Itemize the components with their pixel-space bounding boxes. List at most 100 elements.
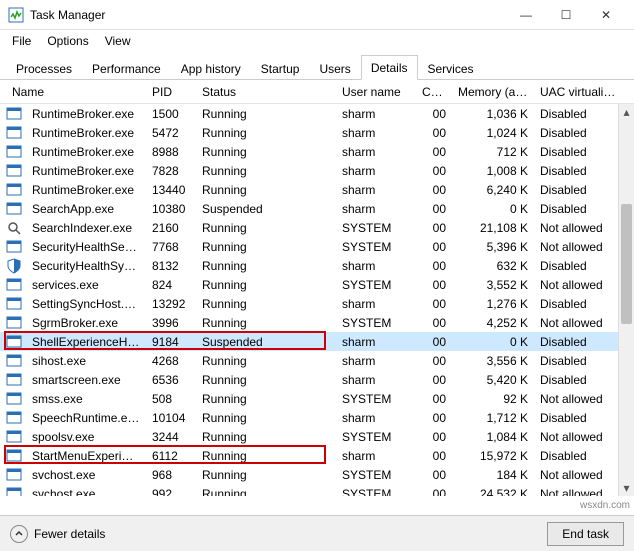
cell-mem: 4,252 K [452,316,534,330]
cell-pid: 13440 [146,183,196,197]
scroll-down-icon[interactable]: ▾ [619,480,634,496]
table-row[interactable]: services.exe824RunningSYSTEM003,552 KNot… [0,275,634,294]
table-row[interactable]: SecurityHealthServic...7768RunningSYSTEM… [0,237,634,256]
cell-cpu: 00 [416,183,452,197]
cell-cpu: 00 [416,449,452,463]
process-icon [6,201,22,217]
col-status[interactable]: Status [196,85,336,99]
cell-pid: 8988 [146,145,196,159]
cell-cpu: 00 [416,335,452,349]
table-row[interactable]: SgrmBroker.exe3996RunningSYSTEM004,252 K… [0,313,634,332]
cell-mem: 1,024 K [452,126,534,140]
table-row[interactable]: SecurityHealthSystray...8132Runningsharm… [0,256,634,275]
process-icon [6,163,22,179]
close-button[interactable]: ✕ [586,0,626,30]
cell-user: sharm [336,202,416,216]
process-icon [6,258,22,274]
cell-name: SgrmBroker.exe [26,316,146,330]
cell-user: SYSTEM [336,468,416,482]
fewer-details-label: Fewer details [34,527,105,541]
tab-details[interactable]: Details [361,55,418,80]
cell-uac: Disabled [534,373,626,387]
col-mem[interactable]: Memory (ac... [452,85,534,99]
col-cpu[interactable]: CPU [416,85,452,99]
fewer-details-button[interactable]: Fewer details [10,525,105,543]
process-icon [6,182,22,198]
cell-name: smss.exe [26,392,146,406]
cell-mem: 5,396 K [452,240,534,254]
menu-bar: File Options View [0,30,634,52]
cell-cpu: 00 [416,487,452,497]
col-pid[interactable]: PID [146,85,196,99]
table-row[interactable]: StartMenuExperience...6112Runningsharm00… [0,446,634,465]
cell-user: sharm [336,373,416,387]
cell-status: Running [196,145,336,159]
end-task-button[interactable]: End task [547,522,624,546]
cell-uac: Disabled [534,354,626,368]
col-name[interactable]: Name [6,85,146,99]
tab-startup[interactable]: Startup [251,56,310,80]
cell-name: ShellExperienceHost.... [26,335,146,349]
table-row[interactable]: SearchApp.exe10380Suspendedsharm000 KDis… [0,199,634,218]
col-uac[interactable]: UAC virtualizati... [534,85,626,99]
column-headers: Name PID Status User name CPU Memory (ac… [0,80,634,104]
tab-app-history[interactable]: App history [171,56,251,80]
cell-status: Running [196,316,336,330]
minimize-button[interactable]: — [506,0,546,30]
cell-cpu: 00 [416,430,452,444]
table-row[interactable]: smss.exe508RunningSYSTEM0092 KNot allowe… [0,389,634,408]
cell-pid: 10104 [146,411,196,425]
cell-name: SpeechRuntime.exe [26,411,146,425]
cell-mem: 0 K [452,335,534,349]
table-row[interactable]: RuntimeBroker.exe13440Runningsharm006,24… [0,180,634,199]
cell-mem: 21,108 K [452,221,534,235]
cell-user: SYSTEM [336,487,416,497]
tab-processes[interactable]: Processes [6,56,82,80]
cell-uac: Disabled [534,335,626,349]
cell-uac: Not allowed [534,468,626,482]
cell-mem: 15,972 K [452,449,534,463]
cell-mem: 184 K [452,468,534,482]
scroll-thumb[interactable] [621,204,632,324]
process-icon [6,125,22,141]
cell-status: Running [196,259,336,273]
table-row[interactable]: spoolsv.exe3244RunningSYSTEM001,084 KNot… [0,427,634,446]
table-row[interactable]: SpeechRuntime.exe10104Runningsharm001,71… [0,408,634,427]
cell-uac: Disabled [534,126,626,140]
table-row[interactable]: SettingSyncHost.exe13292Runningsharm001,… [0,294,634,313]
menu-file[interactable]: File [4,32,39,50]
tab-performance[interactable]: Performance [82,56,171,80]
table-row[interactable]: RuntimeBroker.exe5472Runningsharm001,024… [0,123,634,142]
cell-pid: 6112 [146,449,196,463]
col-user[interactable]: User name [336,85,416,99]
menu-view[interactable]: View [97,32,139,50]
table-row[interactable]: smartscreen.exe6536Runningsharm005,420 K… [0,370,634,389]
table-row[interactable]: sihost.exe4268Runningsharm003,556 KDisab… [0,351,634,370]
table-row[interactable]: RuntimeBroker.exe7828Runningsharm001,008… [0,161,634,180]
cell-status: Suspended [196,335,336,349]
cell-name: spoolsv.exe [26,430,146,444]
status-bar: Fewer details End task [0,515,634,551]
table-row[interactable]: RuntimeBroker.exe1500Runningsharm001,036… [0,104,634,123]
table-row[interactable]: RuntimeBroker.exe8988Runningsharm00712 K… [0,142,634,161]
cell-cpu: 00 [416,411,452,425]
cell-pid: 9184 [146,335,196,349]
cell-mem: 3,556 K [452,354,534,368]
table-row[interactable]: svchost.exe968RunningSYSTEM00184 KNot al… [0,465,634,484]
tab-services[interactable]: Services [418,56,484,80]
vertical-scrollbar[interactable]: ▴ ▾ [618,104,634,496]
tab-users[interactable]: Users [309,56,360,80]
process-list: RuntimeBroker.exe1500Runningsharm001,036… [0,104,634,496]
maximize-button[interactable]: ☐ [546,0,586,30]
table-row[interactable]: ShellExperienceHost....9184Suspendedshar… [0,332,634,351]
menu-options[interactable]: Options [39,32,96,50]
cell-mem: 3,552 K [452,278,534,292]
cell-status: Running [196,221,336,235]
cell-name: RuntimeBroker.exe [26,164,146,178]
scroll-up-icon[interactable]: ▴ [619,104,634,120]
cell-pid: 7768 [146,240,196,254]
cell-status: Running [196,297,336,311]
cell-user: SYSTEM [336,430,416,444]
table-row[interactable]: svchost.exe992RunningSYSTEM0024,532 KNot… [0,484,634,496]
table-row[interactable]: SearchIndexer.exe2160RunningSYSTEM0021,1… [0,218,634,237]
